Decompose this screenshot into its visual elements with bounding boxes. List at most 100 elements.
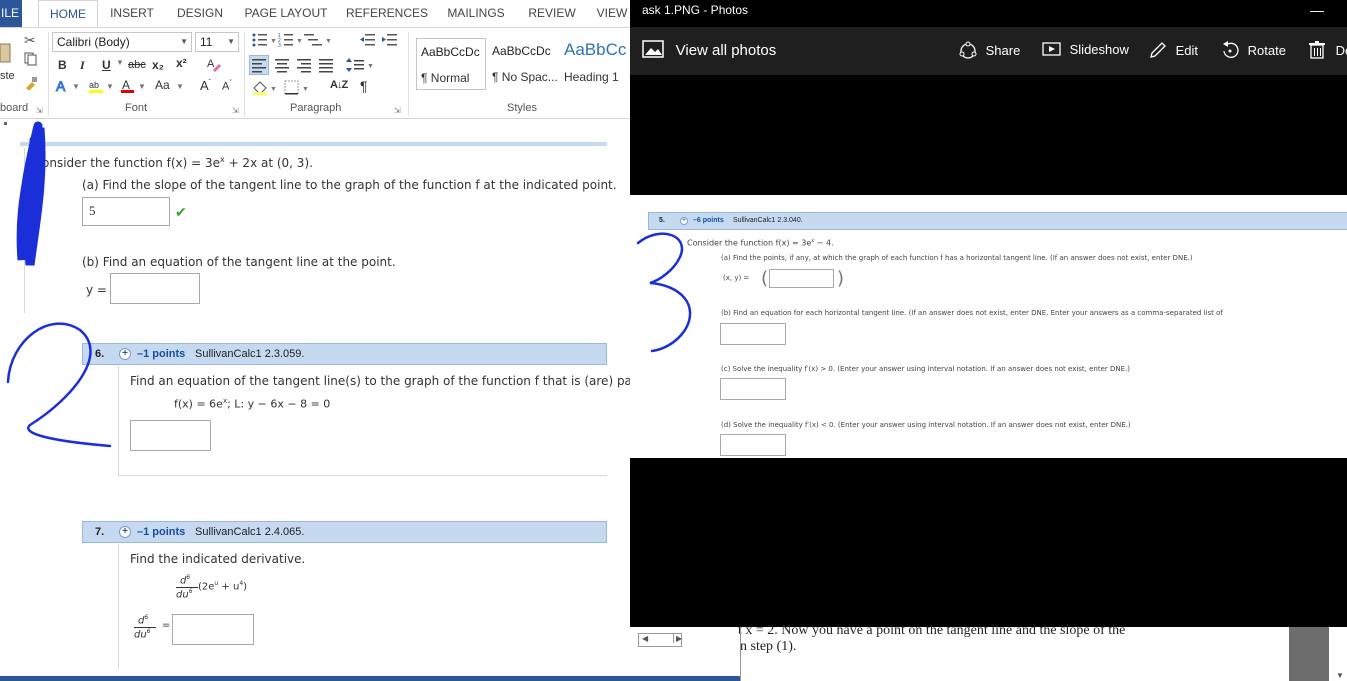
background-doc: ◀ ▶ t x = 2. Now you have a point on the… bbox=[630, 623, 1347, 681]
slideshow-button[interactable]: Slideshow bbox=[1042, 41, 1129, 57]
tab-page-layout[interactable]: PAGE LAYOUT bbox=[240, 0, 332, 27]
copy-icon[interactable] bbox=[24, 52, 38, 69]
align-center-icon[interactable] bbox=[273, 56, 291, 77]
rotate-button[interactable]: Rotate bbox=[1220, 41, 1286, 59]
text-effects-icon[interactable]: A bbox=[54, 78, 70, 97]
delete-button[interactable]: De bbox=[1308, 41, 1347, 59]
change-case-button[interactable]: Aa bbox=[155, 78, 170, 92]
handwritten-two bbox=[6, 322, 112, 448]
photo-xy-field bbox=[769, 269, 834, 288]
document-page: onsider the function f(x) = 3ex + 2x at … bbox=[0, 120, 630, 681]
chevron-down-icon[interactable]: ▼ bbox=[106, 82, 114, 91]
align-right-icon[interactable] bbox=[295, 56, 313, 77]
format-painter-icon[interactable] bbox=[24, 76, 38, 93]
bullets-icon[interactable]: ▼ bbox=[252, 32, 278, 51]
scroll-right-icon[interactable]: ▶ bbox=[673, 634, 682, 643]
chevron-down-icon[interactable]: ▼ bbox=[176, 82, 184, 91]
background-line-2: n step (1). bbox=[740, 639, 797, 654]
chevron-down-icon[interactable]: ▼ bbox=[72, 82, 80, 91]
dialog-launcher-icon[interactable]: ⇲ bbox=[232, 106, 239, 115]
photo-d-field bbox=[720, 434, 786, 456]
minimize-button[interactable]: — bbox=[1310, 2, 1324, 18]
svg-text:ab: ab bbox=[89, 80, 99, 90]
photos-titlebar: ask 1.PNG - Photos — bbox=[630, 0, 1347, 27]
shrink-font-button[interactable]: Aˇ bbox=[222, 80, 232, 93]
svg-text:3: 3 bbox=[278, 43, 281, 48]
clipboard-group-label: board bbox=[0, 102, 29, 114]
borders-icon[interactable]: ▼ bbox=[284, 80, 312, 99]
slideshow-label: Slideshow bbox=[1069, 42, 1129, 57]
vertical-scrollbar-thumb[interactable] bbox=[1289, 627, 1329, 681]
photos-icon bbox=[642, 40, 664, 58]
tab-design[interactable]: DESIGN bbox=[170, 0, 230, 27]
align-left-button[interactable] bbox=[249, 55, 269, 75]
share-button[interactable]: Share bbox=[958, 41, 1020, 59]
font-size-combo[interactable]: 11 ▼ bbox=[195, 32, 239, 52]
hscroll-box[interactable]: ◀ ▶ bbox=[638, 633, 682, 647]
group-separator bbox=[408, 32, 409, 116]
dialog-launcher-icon[interactable]: ⇲ bbox=[36, 106, 43, 115]
scroll-down-icon[interactable]: ▼ bbox=[1336, 671, 1344, 680]
superscript-button[interactable]: x² bbox=[176, 56, 187, 70]
edit-label: Edit bbox=[1175, 43, 1199, 58]
cut-icon[interactable]: ✂ bbox=[24, 32, 36, 49]
chevron-down-icon[interactable]: ▼ bbox=[116, 58, 124, 67]
grow-font-button[interactable]: Aˆ bbox=[200, 78, 211, 93]
multilevel-list-icon[interactable]: ▼ bbox=[304, 32, 334, 51]
trash-icon bbox=[1309, 41, 1325, 59]
show-formatting-button[interactable]: ¶ bbox=[360, 78, 368, 94]
italic-button[interactable]: I bbox=[80, 58, 85, 73]
photos-window: ask 1.PNG - Photos — View all photos Sha… bbox=[630, 0, 1347, 627]
style-normal[interactable]: AaBbCcDc ¶ Normal bbox=[416, 38, 486, 90]
justify-icon[interactable] bbox=[317, 56, 335, 77]
dialog-launcher-icon[interactable]: ⇲ bbox=[394, 106, 401, 115]
tab-review[interactable]: REVIEW bbox=[522, 0, 582, 27]
displayed-photo: 5. + –6 points SullivanCalc1 2.3.040. Co… bbox=[630, 195, 1347, 458]
delete-label: De bbox=[1335, 43, 1347, 58]
line-spacing-icon[interactable]: ▼ bbox=[346, 56, 376, 77]
decrease-indent-icon[interactable] bbox=[360, 32, 376, 51]
highlight-color-icon[interactable]: ab bbox=[88, 78, 106, 97]
sort-button[interactable]: A↓Z bbox=[330, 79, 348, 91]
underline-button[interactable]: U bbox=[102, 58, 111, 72]
edit-pencil-icon bbox=[1150, 42, 1166, 58]
slideshow-icon bbox=[1042, 42, 1061, 56]
align-left-icon bbox=[252, 59, 266, 73]
svg-text:▼: ▼ bbox=[302, 86, 309, 93]
paste-label[interactable]: ste bbox=[0, 70, 15, 82]
font-name-combo[interactable]: Calibri (Body) ▼ bbox=[52, 32, 192, 52]
style-heading-1[interactable]: AaBbCc Heading 1 bbox=[560, 38, 630, 90]
tab-insert[interactable]: INSERT bbox=[104, 0, 160, 27]
subscript-button[interactable]: x₂ bbox=[152, 58, 164, 72]
chevron-down-icon[interactable]: ▼ bbox=[138, 82, 146, 91]
numbering-icon[interactable]: 1 2 3 ▼ bbox=[278, 32, 304, 51]
scroll-left-icon[interactable]: ◀ bbox=[642, 634, 648, 643]
paste-button[interactable] bbox=[0, 40, 14, 68]
chevron-down-icon: ▼ bbox=[227, 37, 235, 46]
tab-home[interactable]: HOME bbox=[38, 0, 98, 27]
photo-xy-label: (x, y) = bbox=[723, 274, 750, 282]
chevron-down-icon: ▼ bbox=[180, 37, 188, 46]
bold-button[interactable]: B bbox=[58, 58, 67, 72]
handwritten-annotations bbox=[6, 121, 112, 448]
shading-icon[interactable]: ▼ bbox=[252, 80, 280, 99]
view-all-photos-button[interactable]: View all photos bbox=[642, 40, 776, 59]
photos-toolbar: View all photos Share Slideshow Edit Rot… bbox=[630, 27, 1347, 75]
increase-indent-icon[interactable] bbox=[382, 32, 398, 51]
photos-title: ask 1.PNG - Photos bbox=[642, 3, 749, 17]
open-paren: ( bbox=[761, 268, 769, 289]
tab-file[interactable]: ILE bbox=[0, 0, 22, 27]
font-color-icon[interactable]: A bbox=[120, 78, 136, 97]
tab-view[interactable]: VIEW bbox=[592, 0, 630, 27]
font-size-value: 11 bbox=[200, 35, 213, 49]
clear-formatting-icon[interactable]: A bbox=[206, 56, 222, 75]
tab-mailings[interactable]: MAILINGS bbox=[440, 0, 512, 27]
strikethrough-button[interactable]: abc bbox=[128, 59, 146, 71]
rotate-icon bbox=[1223, 41, 1239, 58]
tab-references[interactable]: REFERENCES bbox=[343, 0, 431, 27]
edit-button[interactable]: Edit bbox=[1148, 41, 1198, 59]
photo-part-a: (a) Find the points, if any, at which th… bbox=[721, 254, 1193, 262]
word-window: ILE HOME INSERT DESIGN PAGE LAYOUT REFER… bbox=[0, 0, 630, 681]
style-no-spacing[interactable]: AaBbCcDc ¶ No Spac... bbox=[488, 38, 558, 90]
svg-text:▼: ▼ bbox=[270, 86, 277, 93]
